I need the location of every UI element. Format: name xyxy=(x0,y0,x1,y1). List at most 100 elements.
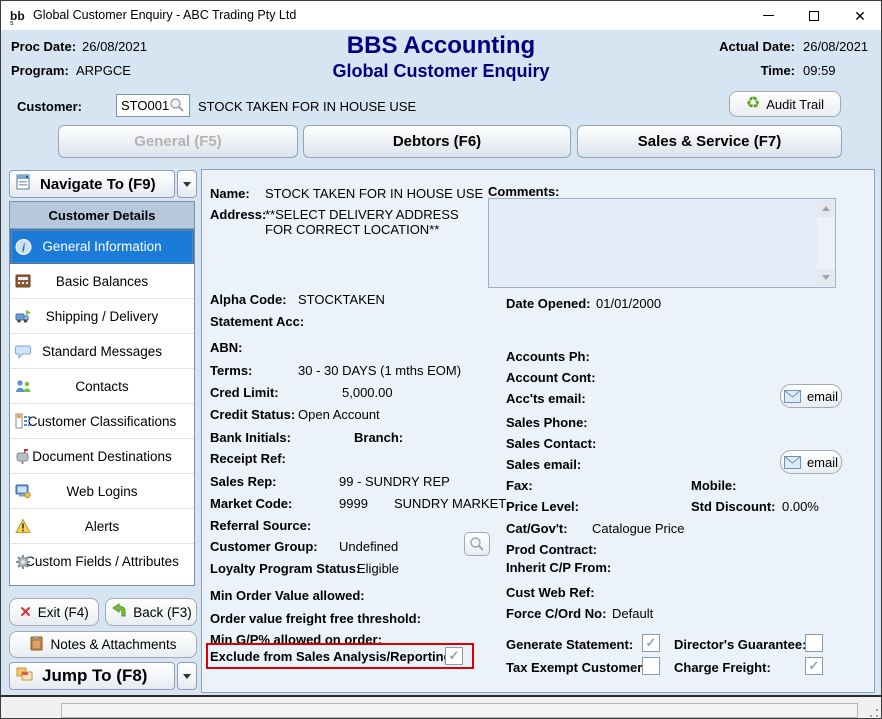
navigate-dropdown-button[interactable] xyxy=(177,170,197,198)
sidebar-item-web-logins[interactable]: Web Logins xyxy=(10,474,194,509)
comments-textarea[interactable] xyxy=(488,198,836,288)
directors-guarantee-checkbox[interactable] xyxy=(805,634,823,652)
sidebar-item-custom-fields-attributes[interactable]: Custom Fields / Attributes xyxy=(10,544,194,579)
customer-search-icon[interactable] xyxy=(169,97,185,116)
sidebar-item-label: Alerts xyxy=(85,519,120,534)
jump-to-label: Jump To (F8) xyxy=(42,666,147,686)
sidebar-item-shipping-delivery[interactable]: Shipping / Delivery xyxy=(10,299,194,334)
credit-status-value: Open Account xyxy=(298,407,380,422)
loyalty-program-value: Eligible xyxy=(357,561,399,576)
prod-contract-label: Prod Contract: xyxy=(506,542,597,557)
alpha-code-value: STOCKTAKEN xyxy=(298,292,385,307)
sidebar-item-label: Standard Messages xyxy=(42,344,162,359)
maximize-icon xyxy=(809,11,819,21)
chevron-down-icon xyxy=(183,182,191,187)
actual-date-value: 26/08/2021 xyxy=(803,39,873,54)
cust-web-ref-label: Cust Web Ref: xyxy=(506,585,595,600)
minimize-button[interactable] xyxy=(745,1,791,30)
sales-contact-label: Sales Contact: xyxy=(506,436,596,451)
scroll-up-icon[interactable] xyxy=(817,200,834,217)
time-label: Time: xyxy=(719,63,795,78)
accts-email-button-label: email xyxy=(807,389,838,404)
referral-source-label: Referral Source: xyxy=(210,518,311,533)
header-right: Actual Date: 26/08/2021 Time: 09:59 xyxy=(719,39,873,78)
exclude-sales-checkbox[interactable]: ✓ xyxy=(445,647,463,665)
close-button[interactable]: ✕ xyxy=(837,1,882,30)
back-button[interactable]: Back (F3) xyxy=(105,598,197,626)
sales-rep-label: Sales Rep: xyxy=(210,474,276,489)
comments-scrollbar[interactable] xyxy=(817,200,834,286)
name-label: Name: xyxy=(210,186,250,201)
accounts-ph-label: Accounts Ph: xyxy=(506,349,590,364)
customer-group-search-button[interactable] xyxy=(464,532,490,556)
sidebar-item-customer-classifications[interactable]: Customer Classifications xyxy=(10,404,194,439)
mailbox-icon xyxy=(15,448,31,464)
generate-statement-checkbox[interactable]: ✓ xyxy=(642,634,660,652)
app-icon: bbs xyxy=(9,6,29,26)
scroll-down-icon[interactable] xyxy=(817,269,834,286)
market-code-value: 9999 xyxy=(339,496,368,511)
customer-name: STOCK TAKEN FOR IN HOUSE USE xyxy=(198,99,416,114)
notes-attachments-button[interactable]: Notes & Attachments xyxy=(9,631,197,658)
back-label: Back (F3) xyxy=(133,605,192,620)
navigate-to-button[interactable]: Navigate To (F9) xyxy=(9,170,175,198)
folders-icon xyxy=(16,666,34,687)
tab-debtors[interactable]: Debtors (F6) xyxy=(303,125,571,158)
navigate-icon xyxy=(16,174,32,194)
credit-status-label: Credit Status: xyxy=(210,407,295,422)
sidebar-panel: Customer Details i General Information B… xyxy=(9,201,195,586)
market-code-desc: SUNDRY MARKET xyxy=(394,496,506,511)
sales-rep-value: 99 - SUNDRY REP xyxy=(339,474,450,489)
tax-exempt-label: Tax Exempt Customer: xyxy=(506,660,647,675)
customer-group-label: Customer Group: xyxy=(210,539,318,554)
tax-exempt-checkbox[interactable] xyxy=(642,657,660,675)
exit-icon: ✕ xyxy=(19,603,32,621)
cat-govt-value: Catalogue Price xyxy=(592,521,685,536)
std-discount-value: 0.00% xyxy=(782,499,819,514)
sales-email-label: Sales email: xyxy=(506,457,581,472)
sidebar-item-document-destinations[interactable]: Document Destinations xyxy=(10,439,194,474)
price-level-label: Price Level: xyxy=(506,499,579,514)
truck-icon xyxy=(15,308,32,324)
sidebar-item-standard-messages[interactable]: Standard Messages xyxy=(10,334,194,369)
sidebar-item-label: General Information xyxy=(42,239,161,254)
sidebar-item-label: Shipping / Delivery xyxy=(46,309,159,324)
sales-email-button[interactable]: email xyxy=(780,450,842,474)
sidebar-item-alerts[interactable]: Alerts xyxy=(10,509,194,544)
chevron-down-icon xyxy=(183,674,191,679)
maximize-button[interactable] xyxy=(791,1,837,30)
address-line1: **SELECT DELIVERY ADDRESS xyxy=(265,207,459,222)
bank-initials-label: Bank Initials: xyxy=(210,430,291,445)
sidebar-item-label: Basic Balances xyxy=(56,274,148,289)
info-icon: i xyxy=(15,238,32,255)
accts-email-button[interactable]: email xyxy=(780,384,842,408)
sidebar-item-basic-balances[interactable]: Basic Balances xyxy=(10,264,194,299)
svg-text:s: s xyxy=(10,20,14,26)
statement-acc-label: Statement Acc: xyxy=(210,314,304,329)
charge-freight-checkbox[interactable]: ✓ xyxy=(805,657,823,675)
sidebar-item-label: Document Destinations xyxy=(32,449,172,464)
calculator-icon xyxy=(15,273,31,289)
exit-button[interactable]: ✕ Exit (F4) xyxy=(9,598,99,626)
market-code-label: Market Code: xyxy=(210,496,292,511)
envelope-icon xyxy=(784,456,801,469)
status-panel xyxy=(61,703,858,718)
fax-label: Fax: xyxy=(506,478,533,493)
app-window: bbs Global Customer Enquiry - ABC Tradin… xyxy=(0,0,882,719)
name-value: STOCK TAKEN FOR IN HOUSE USE xyxy=(265,186,483,201)
customer-group-value: Undefined xyxy=(339,539,398,554)
terms-label: Terms: xyxy=(210,363,252,378)
sales-phone-label: Sales Phone: xyxy=(506,415,588,430)
directors-guarantee-label: Director's Guarantee: xyxy=(674,637,806,652)
sidebar-item-contacts[interactable]: Contacts xyxy=(10,369,194,404)
notes-attachments-label: Notes & Attachments xyxy=(50,637,176,652)
std-discount-label: Std Discount: xyxy=(691,499,776,514)
jump-to-dropdown-button[interactable] xyxy=(177,662,197,690)
time-value: 09:59 xyxy=(803,63,873,78)
resize-grip[interactable] xyxy=(870,709,878,717)
tab-sales-service[interactable]: Sales & Service (F7) xyxy=(577,125,842,158)
jump-to-button[interactable]: Jump To (F8) xyxy=(9,662,175,690)
audit-trail-button[interactable]: ♻ Audit Trail xyxy=(729,91,841,117)
sidebar-item-label: Customer Classifications xyxy=(28,414,177,429)
sidebar-item-general-information[interactable]: i General Information xyxy=(10,229,194,264)
